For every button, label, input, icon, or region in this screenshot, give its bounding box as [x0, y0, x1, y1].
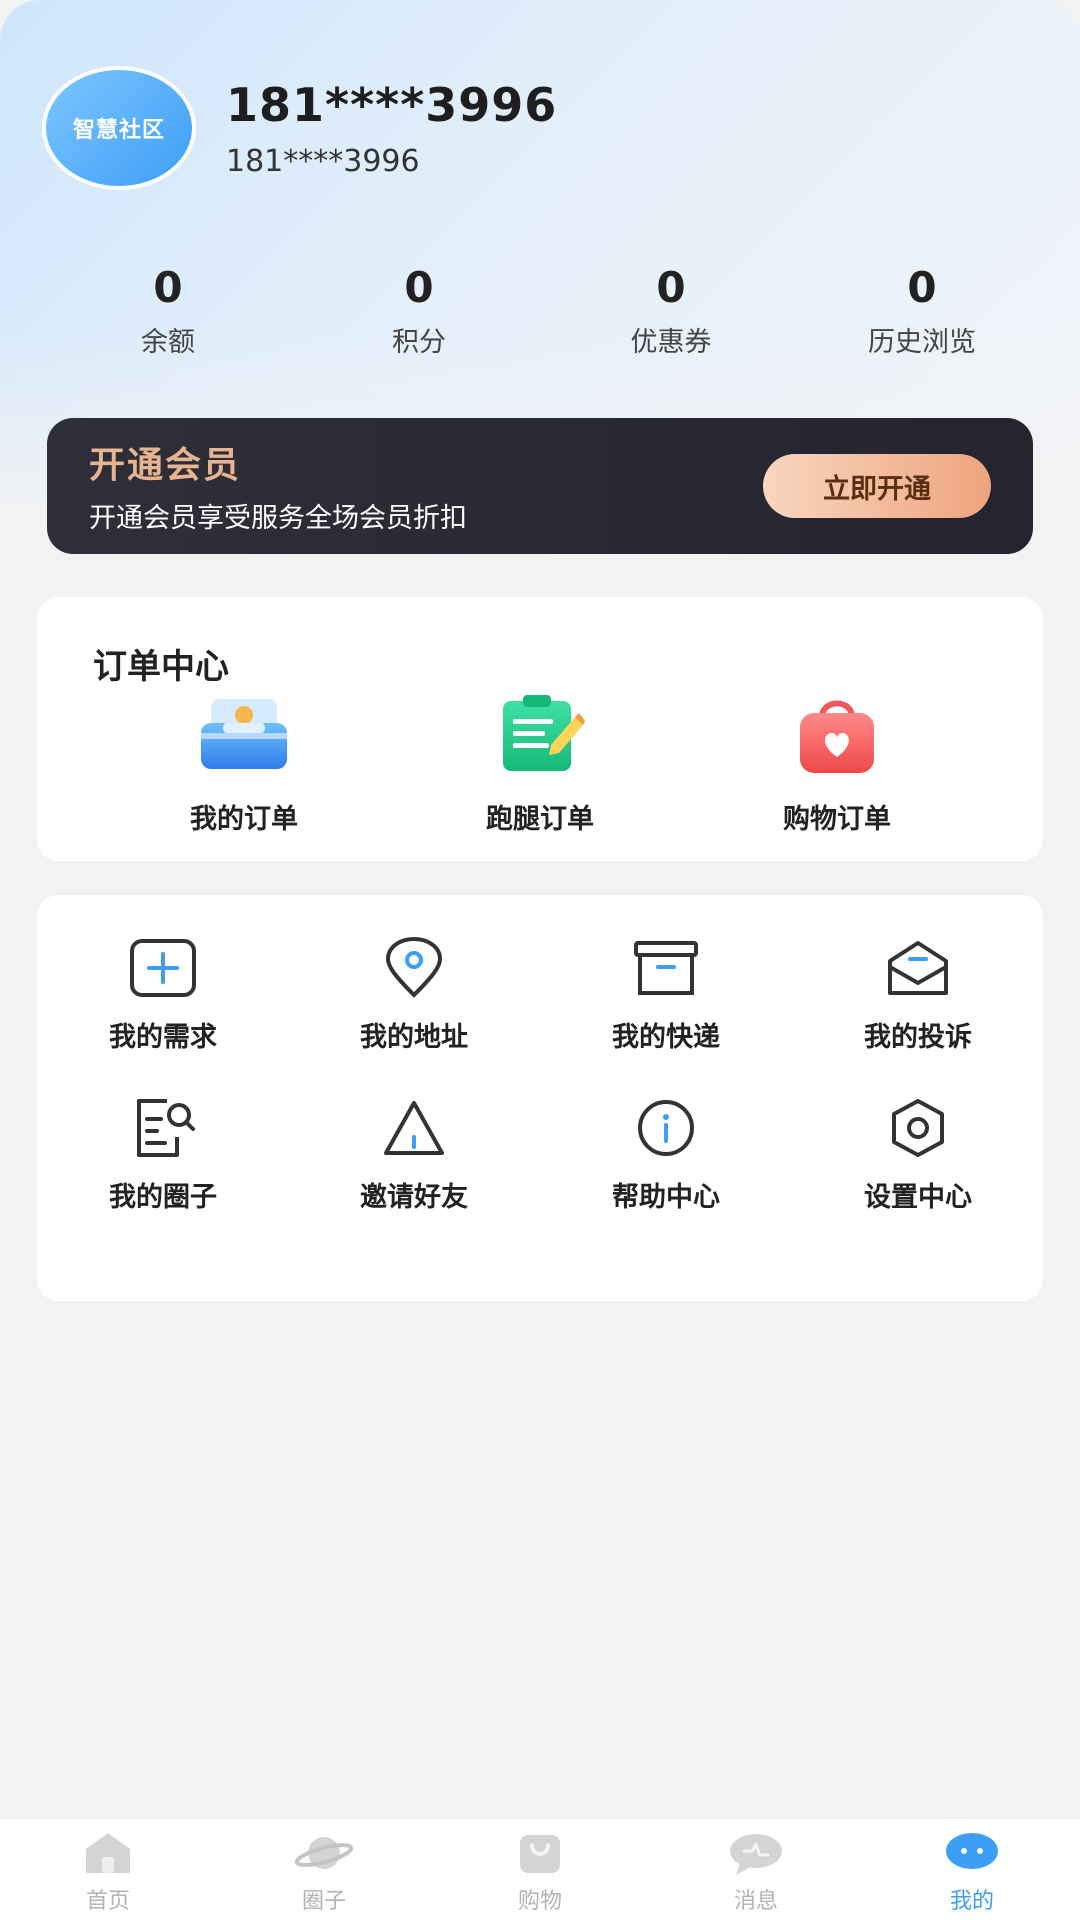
stat-points[interactable]: 0 积分 — [309, 260, 529, 359]
home-icon — [86, 1833, 130, 1873]
user-phone: 181****3996 — [226, 144, 420, 179]
tool-my-address[interactable]: 我的地址 — [314, 936, 514, 1054]
stat-value: 0 — [404, 263, 434, 312]
tab-shopping[interactable]: 购物 — [480, 1829, 600, 1915]
stat-label: 历史浏览 — [868, 327, 976, 358]
stat-label: 积分 — [392, 327, 446, 358]
planet-icon — [294, 1837, 354, 1869]
envelope-open-icon — [888, 941, 948, 995]
triangle-alert-icon — [384, 1101, 444, 1155]
stat-label: 优惠券 — [630, 327, 712, 358]
activate-membership-button[interactable]: 立即开通 — [763, 454, 991, 518]
stat-balance[interactable]: 0 余额 — [58, 260, 278, 359]
tab-messages[interactable]: 消息 — [696, 1829, 816, 1915]
chat-bubble-icon — [730, 1834, 782, 1875]
profile-face-icon — [946, 1833, 998, 1869]
clipboard-pen-icon — [503, 695, 585, 771]
stat-label: 余额 — [141, 327, 195, 358]
stat-value: 0 — [153, 263, 183, 312]
order-item-errand-orders[interactable]: 跑腿订单 — [425, 693, 655, 836]
tool-label: 帮助中心 — [612, 1182, 720, 1213]
stats-row: 0 余额 0 积分 0 优惠券 0 历史浏览 — [0, 260, 1080, 370]
tool-invite-friends[interactable]: 邀请好友 — [314, 1097, 514, 1214]
order-center-title: 订单中心 — [93, 647, 229, 687]
tool-my-requests[interactable]: 我的需求 — [63, 937, 263, 1054]
order-center-card: 订单中心 我的订单 跑腿订单 购物订单 — [37, 597, 1043, 861]
order-item-my-orders[interactable]: 我的订单 — [129, 693, 359, 836]
plus-square-icon — [130, 939, 196, 997]
tool-my-complaints[interactable]: 我的投诉 — [818, 937, 1018, 1054]
archive-box-icon — [634, 941, 698, 995]
tab-mine[interactable]: 我的 — [912, 1829, 1032, 1915]
location-pin-icon — [385, 936, 443, 998]
tool-my-circle[interactable]: 我的圈子 — [63, 1097, 263, 1214]
stat-history[interactable]: 0 历史浏览 — [812, 260, 1032, 359]
tool-label: 设置中心 — [864, 1182, 972, 1213]
user-name[interactable]: 181****3996 — [226, 78, 557, 132]
order-item-shopping-orders[interactable]: 购物订单 — [722, 693, 952, 836]
membership-subtitle: 开通会员享受服务全场会员折扣 — [89, 503, 467, 534]
shopping-bag-icon — [520, 1835, 560, 1873]
stat-value: 0 — [907, 263, 937, 312]
tab-label: 圈子 — [301, 1889, 346, 1914]
tab-label: 购物 — [517, 1889, 562, 1914]
tool-label: 我的快递 — [612, 1022, 720, 1053]
stat-coupons[interactable]: 0 优惠券 — [561, 260, 781, 359]
tool-label: 我的圈子 — [109, 1182, 217, 1213]
tool-label: 邀请好友 — [360, 1182, 468, 1213]
tab-label: 我的 — [949, 1889, 994, 1914]
tool-label: 我的地址 — [360, 1022, 468, 1053]
order-item-label: 购物订单 — [783, 804, 891, 835]
tab-circle[interactable]: 圈子 — [264, 1829, 384, 1915]
profile-page: 智慧社区 181****3996 181****3996 0 余额 0 积分 0… — [0, 0, 1080, 1920]
tab-home[interactable]: 首页 — [48, 1829, 168, 1915]
document-search-icon — [137, 1099, 195, 1157]
tool-label: 我的需求 — [109, 1022, 217, 1053]
tab-label: 消息 — [733, 1889, 778, 1914]
order-item-label: 我的订单 — [190, 804, 298, 835]
info-circle-icon — [638, 1100, 694, 1156]
tool-my-express[interactable]: 我的快递 — [566, 937, 766, 1054]
wallet-icon — [201, 699, 287, 769]
membership-banner[interactable]: 开通会员 开通会员享受服务全场会员折扣 立即开通 — [47, 418, 1033, 554]
avatar-text: 智慧社区 — [72, 118, 165, 143]
tool-settings-center[interactable]: 设置中心 — [818, 1097, 1018, 1214]
stat-value: 0 — [656, 263, 686, 312]
hexagon-settings-icon — [892, 1099, 944, 1157]
membership-title: 开通会员 — [89, 445, 242, 486]
tab-label: 首页 — [85, 1889, 130, 1914]
avatar[interactable]: 智慧社区 — [42, 66, 196, 190]
shopping-bag-heart-icon — [800, 700, 874, 773]
tool-help-center[interactable]: 帮助中心 — [566, 1097, 766, 1214]
order-item-label: 跑腿订单 — [486, 804, 594, 835]
tool-label: 我的投诉 — [864, 1022, 972, 1053]
tools-grid: 我的需求 我的地址 我的快递 我的投诉 我的圈子 邀请好友 帮助中心 设置中心 — [37, 895, 1043, 1301]
bottom-tab-bar: 首页 圈子 购物 消息 我的 — [0, 1818, 1080, 1920]
